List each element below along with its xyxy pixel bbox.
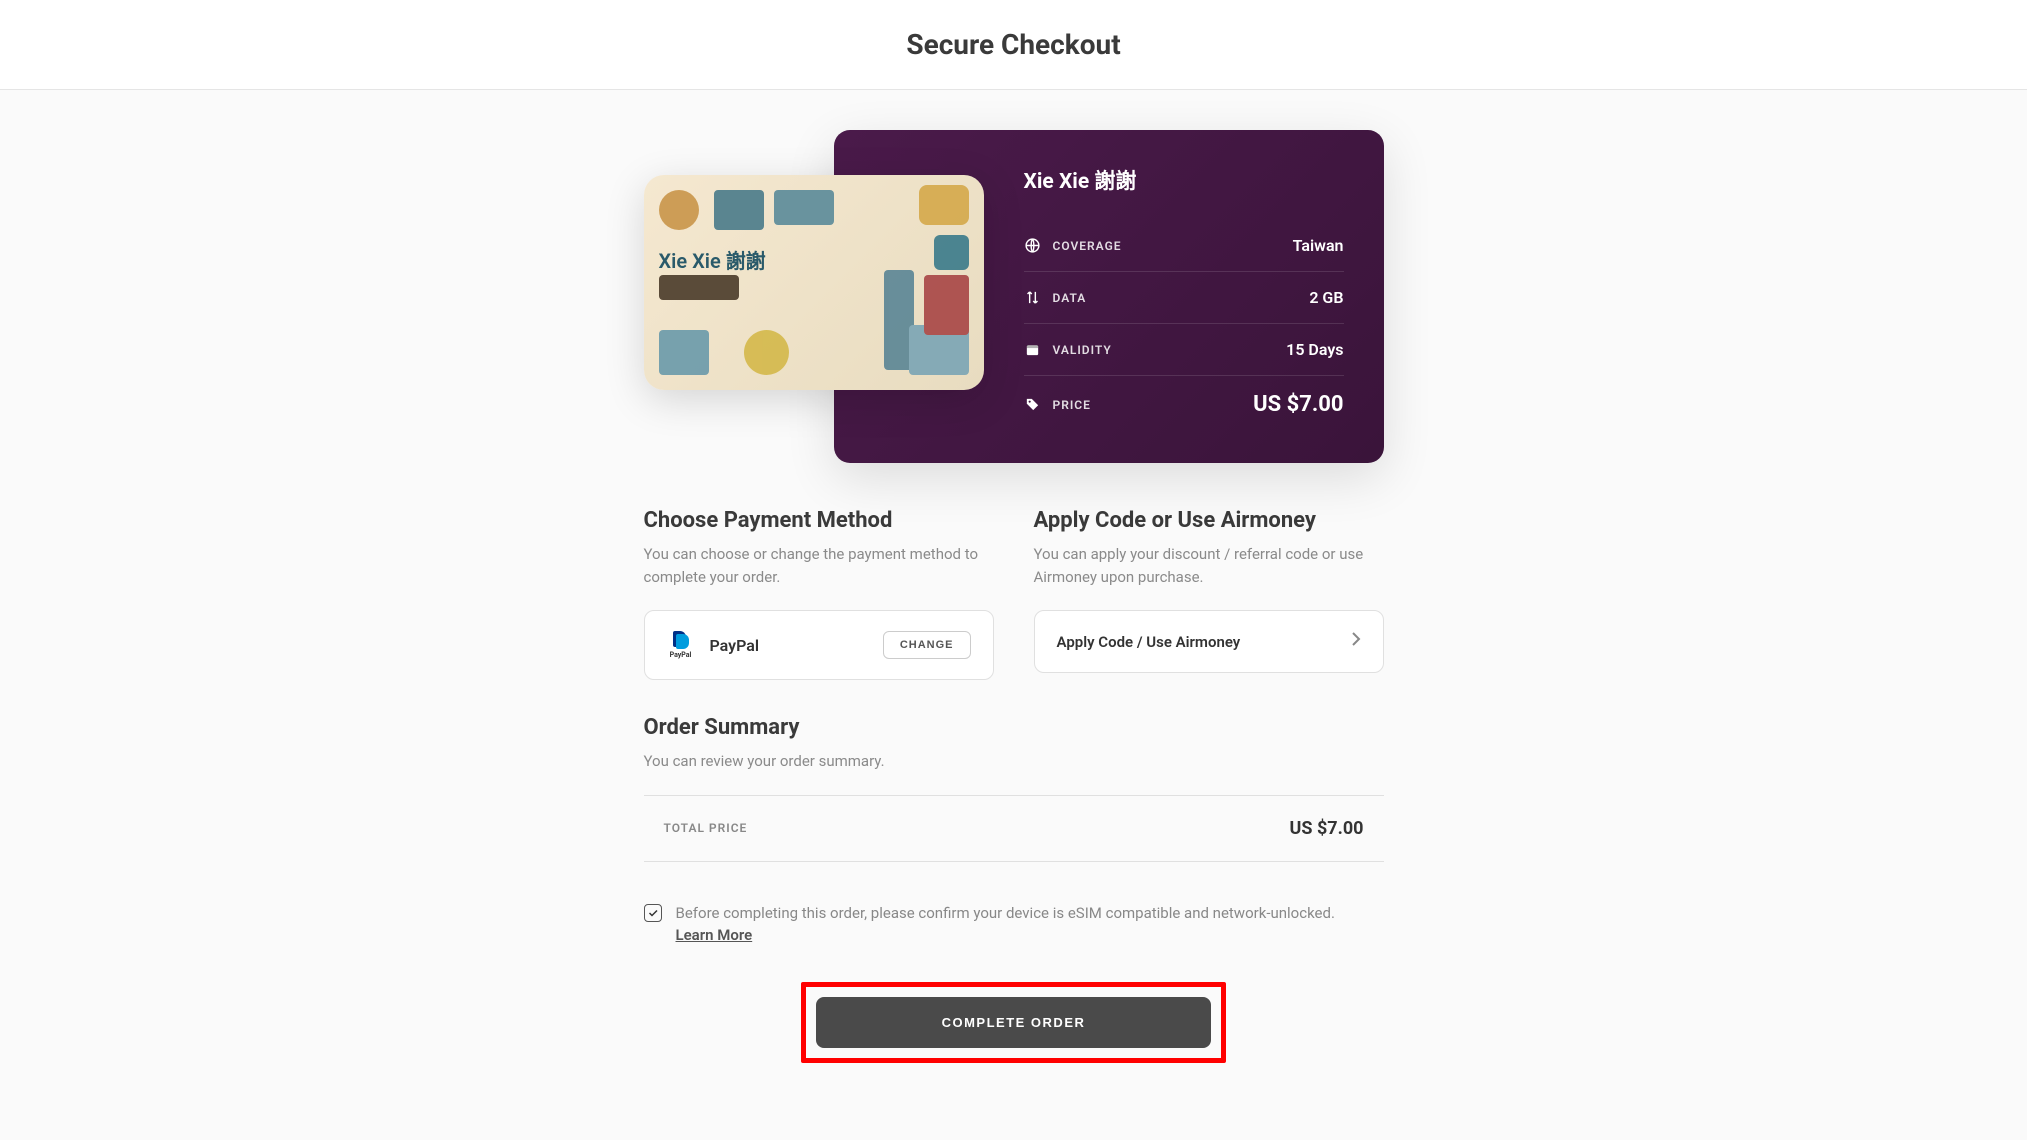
price-tag-icon [1024,396,1041,413]
order-summary-section: Order Summary You can review your order … [644,715,1384,862]
summary-title: Order Summary [644,715,1384,740]
coverage-label: COVERAGE [1053,239,1122,253]
validity-row: VALIDITY 15 Days [1024,324,1344,376]
data-value: 2 GB [1309,288,1343,307]
page-header: Secure Checkout [0,0,2027,90]
page-title: Secure Checkout [0,28,2027,61]
coverage-row: COVERAGE Taiwan [1024,220,1344,272]
confirm-device-row: Before completing this order, please con… [644,902,1384,947]
confirm-text: Before completing this order, please con… [676,902,1335,947]
price-label: PRICE [1053,398,1091,412]
globe-icon [1024,237,1041,254]
discount-description: You can apply your discount / referral c… [1034,543,1384,588]
product-name: Xie Xie 謝謝 [1024,165,1344,195]
chevron-right-icon [1351,631,1361,652]
discount-title: Apply Code or Use Airmoney [1034,508,1384,533]
payment-method-card[interactable]: PayPal PayPal CHANGE [644,610,994,680]
summary-description: You can review your order summary. [644,750,1384,773]
product-card: Xie Xie 謝謝 Xie Xie 謝謝 COVERAGE Taiwan [644,130,1384,463]
esim-card-label: Xie Xie 謝謝 [659,245,766,274]
learn-more-link[interactable]: Learn More [676,926,753,944]
validity-label: VALIDITY [1053,343,1112,357]
data-row: DATA 2 GB [1024,272,1344,324]
total-price-value: US $7.00 [1290,818,1364,839]
price-value: US $7.00 [1253,392,1343,417]
change-payment-button[interactable]: CHANGE [883,631,971,659]
paypal-icon: PayPal [667,631,695,659]
calendar-icon [1024,341,1041,358]
payment-method-name: PayPal [710,636,760,655]
apply-code-label: Apply Code / Use Airmoney [1057,633,1241,651]
total-price-label: TOTAL PRICE [664,821,748,835]
checkout-container: Xie Xie 謝謝 Xie Xie 謝謝 COVERAGE Taiwan [624,90,1404,1103]
data-arrows-icon [1024,289,1041,306]
validity-value: 15 Days [1286,340,1343,359]
price-row: PRICE US $7.00 [1024,376,1344,433]
payment-title: Choose Payment Method [644,508,994,533]
data-label: DATA [1053,291,1087,305]
apply-code-button[interactable]: Apply Code / Use Airmoney [1034,610,1384,673]
discount-section: Apply Code or Use Airmoney You can apply… [1034,508,1384,680]
confirm-checkbox[interactable] [644,904,662,922]
coverage-value: Taiwan [1293,236,1344,255]
payment-section: Choose Payment Method You can choose or … [644,508,994,680]
complete-order-button[interactable]: COMPLETE ORDER [816,997,1211,1048]
total-price-row: TOTAL PRICE US $7.00 [644,795,1384,862]
esim-card-image: Xie Xie 謝謝 [644,175,984,390]
payment-description: You can choose or change the payment met… [644,543,994,588]
complete-order-highlight: COMPLETE ORDER [801,982,1226,1063]
